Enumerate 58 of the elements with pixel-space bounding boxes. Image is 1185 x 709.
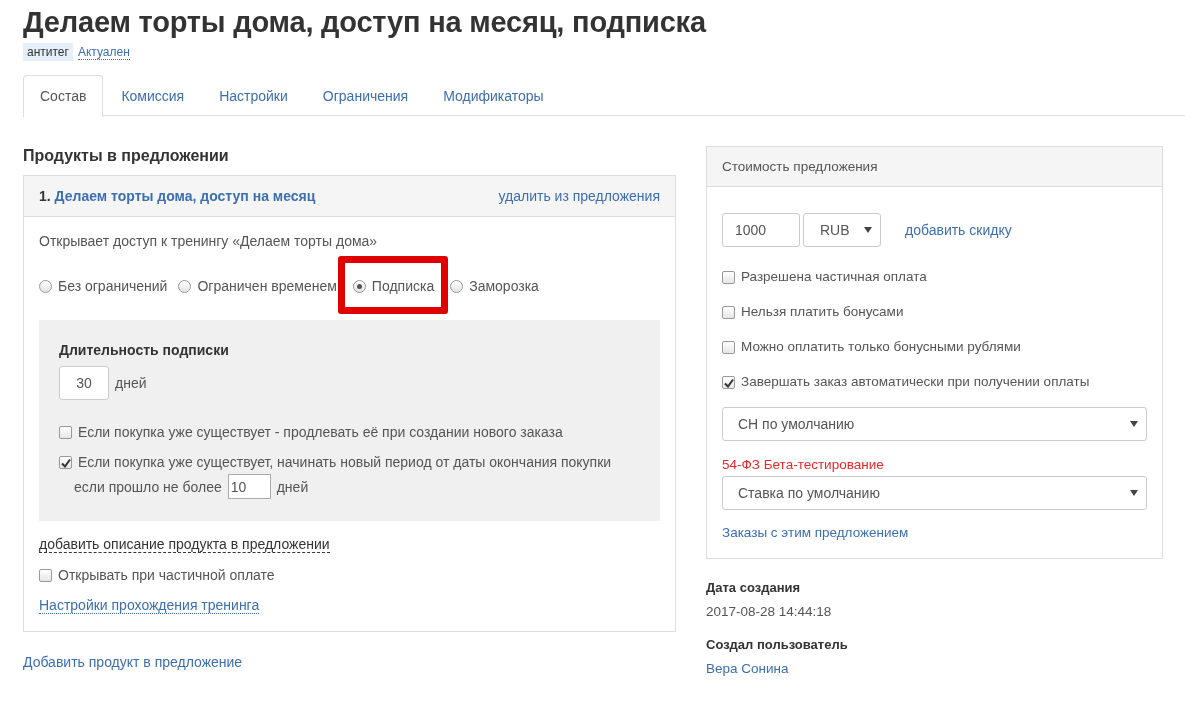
radio-label[interactable]: Без ограничений <box>58 278 168 294</box>
radio-label[interactable]: Заморозка <box>469 278 539 294</box>
tab[interactable]: Ограничения <box>305 75 426 116</box>
tax-select[interactable]: СН по умолчанию <box>722 407 1147 441</box>
status-link[interactable]: Актуален <box>77 44 130 60</box>
tab[interactable]: Комиссия <box>104 75 202 116</box>
product-description: Открывает доступ к тренингу «Делаем торты дома» <box>39 233 379 250</box>
checkbox[interactable] <box>722 341 735 354</box>
duration-input[interactable]: 30 <box>59 366 109 400</box>
caret-icon <box>864 227 872 233</box>
radio-button[interactable] <box>450 279 464 293</box>
caret-icon <box>1130 421 1138 427</box>
add-description-link[interactable]: добавить описание продукта в предложении <box>39 536 330 553</box>
training-settings-link[interactable]: Настройки прохождения тренинга <box>39 597 260 614</box>
checkbox-label[interactable]: Если покупка уже существует - продлевать её при создании нового заказа <box>78 424 563 440</box>
unit-label: дней <box>276 478 309 495</box>
info-label: Дата создания <box>706 580 802 595</box>
add-discount-link[interactable]: добавить скидку <box>905 222 1012 238</box>
info-value: 2017-08-28 14:44:18 <box>706 604 833 619</box>
radio-button[interactable] <box>178 279 192 293</box>
tab[interactable]: Модификаторы <box>426 75 561 116</box>
remove-link[interactable]: удалить из предложения <box>498 188 660 204</box>
checkbox[interactable] <box>722 306 735 319</box>
radio-button[interactable] <box>352 279 366 293</box>
checkbox-label[interactable]: Можно оплатить только бонусными рублями <box>741 339 1021 354</box>
checkbox[interactable] <box>722 376 735 389</box>
checkbox-label[interactable]: Открывать при частичной оплате <box>58 567 275 583</box>
radio-button[interactable] <box>39 279 52 293</box>
product-title[interactable]: 1. Делаем торты дома, доступ на месяц <box>39 188 316 204</box>
checkbox[interactable] <box>59 426 72 439</box>
days-input[interactable]: 10 <box>227 474 271 499</box>
radio-label[interactable]: Ограничен временем <box>197 278 337 294</box>
section-heading: Продукты в предложении <box>23 146 230 166</box>
tab[interactable]: Настройки <box>202 75 305 116</box>
price-input[interactable]: 1000 <box>722 213 800 247</box>
tag-badge: антитег <box>23 43 73 61</box>
radio-label[interactable]: Подписка <box>371 278 435 294</box>
info-label: Создал пользователь <box>706 637 849 652</box>
checkbox-label[interactable]: Завершать заказ автоматически при получении оплаты <box>741 374 1090 389</box>
unit-label: дней <box>115 375 147 391</box>
checkbox[interactable] <box>39 569 52 582</box>
beta-label: 54-ФЗ Бета-тестирование <box>722 457 885 472</box>
checkbox[interactable] <box>722 271 735 284</box>
add-product-link[interactable]: Добавить продукт в предложение <box>23 654 243 670</box>
checkbox-label[interactable]: Разрешена частичная оплата <box>741 269 927 284</box>
orders-link[interactable]: Заказы с этим предложением <box>722 525 909 540</box>
caret-icon <box>1130 490 1138 496</box>
tab[interactable]: Состав <box>23 75 104 117</box>
field-label: Длительность подписки <box>59 342 230 358</box>
rate-select[interactable]: Ставка по умолчанию <box>722 476 1147 510</box>
checkbox-label[interactable]: Нельзя платить бонусами <box>741 304 904 319</box>
page-title: Делаем торты дома, доступ на месяц, подписка <box>23 5 708 40</box>
condition-label: если прошло не более <box>74 478 222 495</box>
checkbox[interactable] <box>59 456 72 469</box>
user-link[interactable]: Вера Сонина <box>706 661 789 676</box>
checkbox-label[interactable]: Если покупка уже существует, начинать новый период от даты окончания покупки <box>78 454 612 470</box>
card-header: Стоимость предложения <box>707 147 1162 187</box>
currency-select[interactable]: RUB <box>803 213 881 247</box>
